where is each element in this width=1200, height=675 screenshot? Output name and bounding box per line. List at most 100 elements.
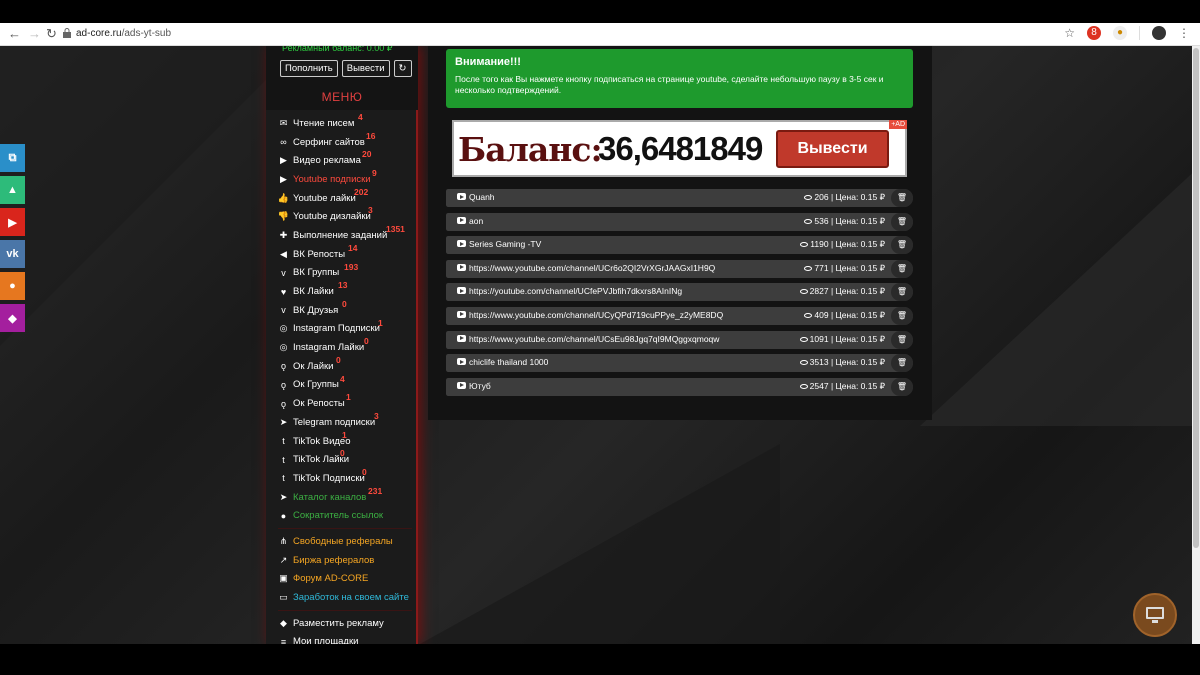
windows-icon[interactable]: ⧉ bbox=[0, 144, 25, 172]
back-icon[interactable]: ← bbox=[8, 26, 21, 41]
channel-name[interactable]: https://youtube.com/channel/UCfePVJbfih7… bbox=[469, 286, 682, 296]
menu-item[interactable]: ▣ Форум AD-CORE bbox=[278, 570, 412, 589]
star-icon[interactable]: ☆ bbox=[1064, 26, 1075, 40]
menu-item-count: 231 bbox=[368, 485, 383, 496]
tiktok-icon: t bbox=[282, 454, 285, 465]
youtube-icon[interactable]: ▶ bbox=[0, 208, 25, 236]
trash-icon[interactable]: 🗑 bbox=[891, 306, 913, 325]
youtube-icon bbox=[457, 381, 466, 389]
channel-name[interactable]: https://www.youtube.com/channel/UCsEu98J… bbox=[469, 334, 719, 344]
separator: | bbox=[828, 380, 836, 391]
menu-item[interactable]: ✉ Чтение писем 4 bbox=[278, 112, 412, 133]
menu-item[interactable]: t TikTok Видео 1 bbox=[278, 430, 412, 451]
menu-item[interactable]: ▶ Видео реклама 20 bbox=[278, 149, 412, 170]
trash-icon[interactable]: 🗑 bbox=[891, 212, 913, 231]
topup-button[interactable]: Пополнить bbox=[280, 60, 338, 77]
menu-item[interactable]: ↗ Биржа рефералов bbox=[278, 551, 412, 570]
menu-item[interactable]: ≡ Мои площадки bbox=[278, 633, 412, 644]
trash-icon[interactable]: 🗑 bbox=[891, 377, 913, 396]
menu-item[interactable]: ● Сократитель ссылок bbox=[278, 506, 412, 525]
channel-name[interactable]: https://www.youtube.com/channel/UCyQPd71… bbox=[469, 310, 723, 320]
android-icon[interactable]: ▲ bbox=[0, 176, 25, 204]
menu-item[interactable]: ǫ Ок Репосты 1 bbox=[278, 392, 412, 413]
youtube-icon bbox=[457, 310, 466, 318]
forward-icon[interactable]: → bbox=[28, 26, 41, 41]
ad-tag: +AD bbox=[889, 120, 907, 129]
trash-icon[interactable]: 🗑 bbox=[891, 189, 913, 207]
video-icon: ▶ bbox=[280, 155, 287, 166]
channel-name[interactable]: Quanh bbox=[469, 192, 495, 202]
view-count: 2547 bbox=[809, 380, 829, 391]
menu-item[interactable]: t TikTok Лайки 0 bbox=[278, 448, 412, 469]
menu-item[interactable]: ǫ Ок Лайки 0 bbox=[278, 355, 412, 376]
view-count: 1091 bbox=[809, 333, 829, 344]
channel-row[interactable]: https://www.youtube.com/channel/UCyQPd71… bbox=[446, 306, 913, 325]
trash-icon[interactable]: 🗑 bbox=[891, 283, 913, 302]
channel-name[interactable]: aon bbox=[469, 216, 483, 226]
price: Цена: 0.15 ₽ bbox=[835, 262, 885, 273]
menu-item[interactable]: ◎ Instagram Подписки 1 bbox=[278, 318, 412, 339]
channel-name[interactable]: https://www.youtube.com/channel/UCr6o2QI… bbox=[469, 263, 715, 273]
channel-name[interactable]: Ютуб bbox=[469, 381, 491, 391]
menu-item-label: Мои площадки bbox=[293, 636, 359, 644]
gamepad-icon[interactable]: ● bbox=[0, 272, 25, 300]
menu-item[interactable]: ▭ Заработок на своем сайте bbox=[278, 588, 412, 607]
menu-item[interactable]: t TikTok Подписки 0 bbox=[278, 467, 412, 488]
channel-name[interactable]: Series Gaming -TV bbox=[469, 239, 541, 249]
menu-item-count: 3 bbox=[374, 411, 379, 421]
channel-row[interactable]: https://youtube.com/channel/UCfePVJbfih7… bbox=[446, 283, 913, 302]
balance-banner[interactable]: Баланс: 36,6481849 Вывести +AD bbox=[452, 120, 907, 177]
view-count: 536 bbox=[814, 215, 829, 226]
menu-item-label: Каталог каналов bbox=[293, 491, 367, 503]
menu-item[interactable]: ➤ Каталог каналов 231 bbox=[278, 485, 412, 507]
trash-icon[interactable]: 🗑 bbox=[891, 259, 913, 278]
extension-icon[interactable]: ● bbox=[1113, 26, 1127, 40]
channel-row[interactable]: aon 536 | Цена: 0.15 ₽ 🗑 bbox=[446, 212, 913, 231]
trash-icon[interactable]: 🗑 bbox=[891, 330, 913, 349]
menu-item[interactable]: ᴠ ВК Друзья 0 bbox=[278, 299, 412, 320]
price: Цена: 0.15 ₽ bbox=[835, 357, 885, 368]
menu-item-label: Ок Лайки bbox=[293, 360, 334, 372]
scrollbar[interactable] bbox=[1192, 46, 1200, 644]
avatar[interactable] bbox=[1152, 26, 1166, 40]
menu-item-label: Форум AD-CORE bbox=[293, 573, 369, 585]
trash-icon[interactable]: 🗑 bbox=[891, 236, 913, 255]
menu-item[interactable]: ▶ Youtube подписки 9 bbox=[278, 168, 412, 189]
menu-item-count: 4 bbox=[340, 373, 345, 384]
menu-item[interactable]: ǫ Ок Группы 4 bbox=[278, 373, 412, 395]
chat-button[interactable] bbox=[1133, 593, 1177, 637]
menu-item[interactable]: ✚ Выполнение заданий 1351 bbox=[278, 224, 412, 245]
extension-icon[interactable]: 8 bbox=[1087, 26, 1101, 40]
page: ⧉ ▲ ▶ vk ● ◆ Рекламный баланс: 0.00 ₽ По… bbox=[0, 46, 1200, 644]
channel-row[interactable]: Ютуб 2547 | Цена: 0.15 ₽ 🗑 bbox=[446, 377, 913, 396]
channel-row[interactable]: chiclife thailand 1000 3513 | Цена: 0.15 … bbox=[446, 354, 913, 373]
channel-name[interactable]: chiclife thailand 1000 bbox=[469, 357, 548, 367]
menu-item[interactable]: ⋔ Свободные рефералы bbox=[278, 532, 412, 551]
address-bar[interactable]: ad-core.ru/ads-yt-sub bbox=[76, 28, 171, 39]
menu-item[interactable]: 👍 Youtube лайки 202 bbox=[278, 186, 412, 208]
channel-row[interactable]: https://www.youtube.com/channel/UCsEu98J… bbox=[446, 330, 913, 349]
withdraw-button[interactable]: Вывести bbox=[341, 60, 390, 77]
menu-item[interactable]: ◎ Instagram Лайки 0 bbox=[278, 336, 412, 357]
menu-item-count: 202 bbox=[354, 186, 369, 197]
refresh-icon[interactable]: ↻ bbox=[393, 60, 412, 77]
vk-icon[interactable]: vk bbox=[0, 240, 25, 268]
menu-item[interactable]: ◆ Разместить рекламу bbox=[278, 614, 412, 633]
trash-icon[interactable]: 🗑 bbox=[891, 354, 913, 373]
envelope-icon: ✉ bbox=[279, 117, 288, 128]
menu-item[interactable]: ∞ Серфинг сайтов 16 bbox=[278, 131, 412, 152]
browser-toolbar: ← → ↻ ad-core.ru/ads-yt-sub ☆ 8 ● ⋮ bbox=[0, 23, 1200, 46]
channel-list: Quanh 206 | Цена: 0.15 ₽ 🗑 aon 536 | Цена: 0… bbox=[446, 189, 913, 401]
menu-item-label: ВК Репосты bbox=[293, 248, 346, 260]
channel-row[interactable]: Quanh 206 | Цена: 0.15 ₽ 🗑 bbox=[446, 189, 913, 207]
diamond-icon[interactable]: ◆ bbox=[0, 304, 25, 332]
channel-row[interactable]: Series Gaming -TV 1190 | Цена: 0.15 ₽ 🗑 bbox=[446, 236, 913, 255]
channel-row[interactable]: https://www.youtube.com/channel/UCr6o2QI… bbox=[446, 259, 913, 278]
more-icon[interactable]: ⋮ bbox=[1178, 26, 1190, 40]
banner-withdraw-button[interactable]: Вывести bbox=[776, 130, 889, 168]
view-count: 1190 bbox=[810, 239, 829, 250]
menu-item-count: 20 bbox=[362, 149, 372, 160]
price: Цена: 0.15 ₽ bbox=[835, 309, 885, 320]
separator: | bbox=[828, 192, 836, 202]
reload-icon[interactable]: ↻ bbox=[46, 26, 57, 42]
